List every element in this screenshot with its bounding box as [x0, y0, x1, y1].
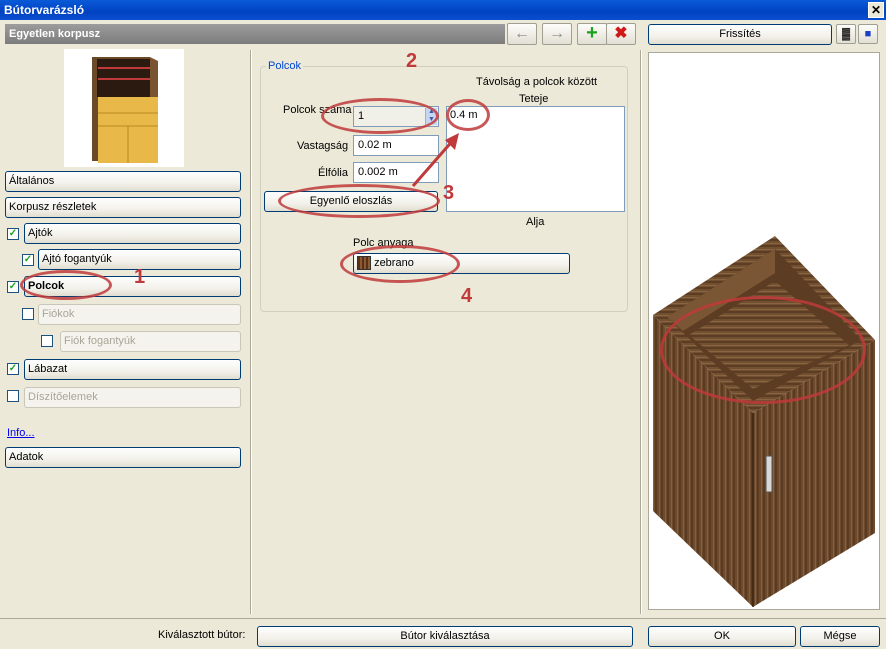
add-button[interactable]: + — [577, 23, 607, 45]
arrow-right-icon: → — [549, 25, 565, 42]
annotation-number-4: 4 — [461, 285, 473, 307]
forward-button[interactable]: → — [542, 23, 572, 45]
plus-icon: + — [586, 22, 598, 44]
3d-view-button[interactable]: ■ — [858, 24, 878, 44]
sidebar-item-diszitoelemek: Díszítőelemek — [24, 387, 241, 408]
arrow-left-icon: ← — [514, 25, 530, 42]
doors-checkbox[interactable]: ✓ — [7, 228, 19, 240]
cabinet-thumbnail — [64, 49, 184, 167]
shelves-group-title: Polcok — [266, 60, 304, 72]
delete-button[interactable]: ✖ — [606, 23, 636, 45]
plinth-checkbox[interactable]: ✓ — [7, 363, 19, 375]
bottom-label: Alja — [526, 216, 545, 228]
data-button[interactable]: Adatok — [5, 447, 241, 468]
refresh-button[interactable]: Frissítés — [648, 24, 832, 45]
page-title: Egyetlen korpusz — [5, 24, 505, 44]
annotation-ellipse-preview — [660, 296, 866, 404]
cube-icon: ■ — [864, 28, 872, 40]
distance-title: Távolság a polcok között — [476, 76, 598, 88]
annotation-ellipse-2a — [321, 98, 439, 134]
select-furniture-button[interactable]: Bútor kiválasztása — [257, 626, 633, 647]
door-handles-checkbox[interactable]: ✓ — [22, 254, 34, 266]
sidebar-item-fiok-fogantyuk: Fiók fogantyúk — [60, 331, 241, 352]
selected-furniture-label: Kiválasztott bútor: — [158, 629, 246, 641]
annotation-arrow — [411, 133, 459, 187]
ok-button[interactable]: OK — [648, 626, 796, 647]
sidebar-item-altalanos[interactable]: Általános — [5, 171, 241, 192]
drawers-checkbox[interactable] — [22, 308, 34, 320]
x-icon: ✖ — [614, 25, 628, 42]
annotation-ellipse-1 — [20, 270, 112, 300]
sidebar-item-fiokok: Fiókok — [38, 304, 241, 325]
texture-icon: ▓ — [841, 28, 851, 40]
annotation-number-1: 1 — [134, 266, 146, 288]
right-separator — [640, 50, 642, 614]
thickness-label: Vastagság — [297, 140, 349, 152]
back-button[interactable]: ← — [507, 23, 537, 45]
info-link[interactable]: Info... — [7, 427, 35, 439]
drawer-handles-checkbox[interactable] — [41, 335, 53, 347]
annotation-ellipse-2b — [446, 99, 490, 131]
cancel-button[interactable]: Mégse — [800, 626, 880, 647]
annotation-number-2: 2 — [406, 50, 418, 72]
edge-label: Élfólia — [318, 167, 348, 179]
close-button[interactable]: ✕ — [868, 2, 884, 18]
sidebar-item-labazat[interactable]: Lábazat — [24, 359, 241, 380]
window-title: Bútorvarázsló — [0, 0, 886, 20]
texture-view-button[interactable]: ▓ — [836, 24, 856, 44]
top-label: Teteje — [519, 93, 549, 105]
sidebar-item-korpusz-reszletek[interactable]: Korpusz részletek — [5, 197, 241, 218]
decorations-checkbox[interactable] — [7, 390, 19, 402]
left-separator — [250, 50, 252, 614]
sidebar-item-ajtok[interactable]: Ajtók — [24, 223, 241, 244]
annotation-ellipse-4 — [340, 245, 460, 283]
footer-divider — [0, 618, 886, 619]
shelves-checkbox[interactable]: ✓ — [7, 281, 19, 293]
